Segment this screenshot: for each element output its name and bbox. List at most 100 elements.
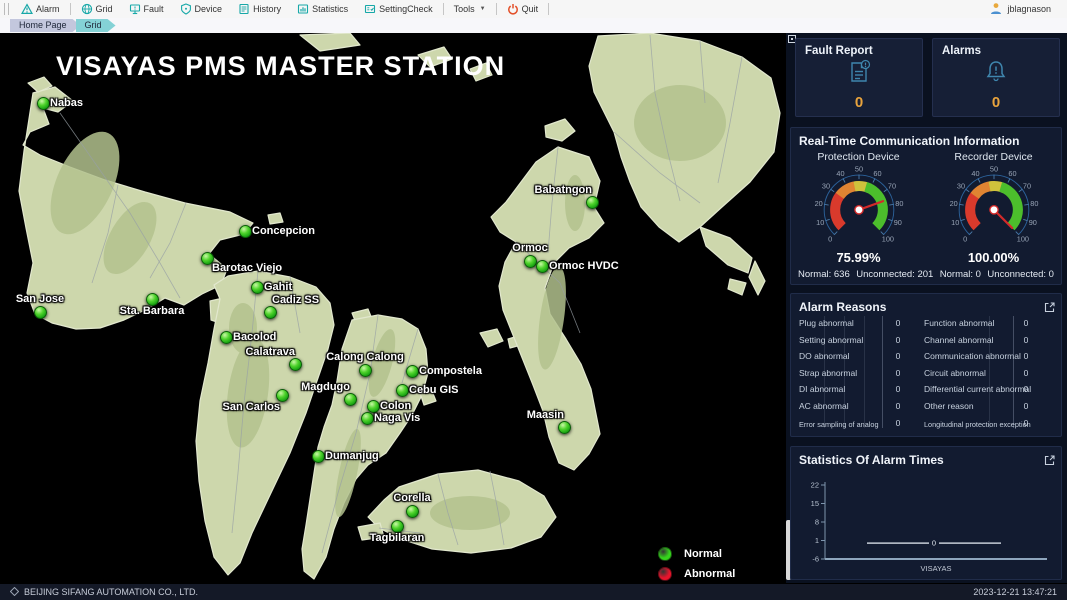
protection-device-label: Protection Device [791,151,926,163]
svg-text:90: 90 [1028,218,1036,227]
svg-text:70: 70 [887,181,895,190]
alarm-reason-label: Function abnormal [924,318,994,328]
svg-text:40: 40 [836,169,844,178]
alarm-reasons-list: Plug abnormal0Function abnormal0Setting … [791,314,1061,432]
svg-text:40: 40 [971,169,979,178]
station-marker-magdugo[interactable] [344,393,357,406]
svg-text:10: 10 [816,218,824,227]
station-marker-cebu-gis[interactable] [396,384,409,397]
station-marker-calatrava[interactable] [289,358,302,371]
svg-text:10: 10 [951,218,959,227]
station-marker-gahit[interactable] [251,281,264,294]
expand-icon[interactable] [1044,300,1055,311]
station-label: Barotac Viejo [212,262,282,274]
tab-grid[interactable]: Grid [76,19,116,32]
gauge-labels: Protection Device Recorder Device [791,151,1061,163]
alarms-card[interactable]: Alarms 0 [932,38,1060,117]
toolbar-label: SettingCheck [379,4,433,14]
station-marker-corella[interactable] [406,505,419,518]
alarm-reason-label: Longitudinal protection exception [924,420,1031,429]
station-marker-dumanjug[interactable] [312,450,325,463]
fault-button[interactable]: Fault [121,0,172,18]
alarm-reason-value: 0 [889,418,907,428]
alarm-reason-row: Setting abnormal0Channel abnormal0 [791,333,1061,349]
legend-item-normal: Normal [658,547,735,561]
fault-report-card[interactable]: Fault Report 0 [795,38,923,117]
settingcheck-button[interactable]: SettingCheck [356,0,441,18]
history-button[interactable]: History [230,0,289,18]
alarm-reason-value: 0 [889,384,907,394]
alarm-reasons-title: Alarm Reasons [799,300,886,314]
tools-label: Tools [454,4,475,14]
station-marker-nabas[interactable] [37,97,50,110]
tab-home-page[interactable]: Home Page [10,19,81,32]
station-marker-naga-vis[interactable] [361,412,374,425]
alarm-reason-value: 0 [1017,418,1035,428]
station-label: Ormoc HVDC [549,260,619,272]
statistics-button[interactable]: Statistics [289,0,356,18]
station-marker-calong-calong[interactable] [359,364,372,377]
expand-icon[interactable] [1044,453,1055,464]
station-label: Colon [380,400,411,412]
station-label: Cebu GIS [409,384,459,396]
station-marker-ormoc-hvdc[interactable] [536,260,549,273]
svg-text:50: 50 [989,165,997,174]
alarm-icon [21,3,33,15]
clock: 2023-12-21 13:47:21 [973,587,1057,597]
alarm-reason-label: AC abnormal [799,401,849,411]
station-label: Concepcion [252,225,315,237]
gauge-values: 75.99% 100.00% [791,250,1061,265]
protection-device-gauge: 0102030405060708090100 [791,164,926,252]
svg-text:100: 100 [1016,234,1028,243]
tab-bar: Home Page Grid [0,18,1067,33]
legend-item-abnormal: Abnormal [658,567,735,581]
alarm-reason-label: DI abnormal [799,384,845,394]
station-marker-bacolod[interactable] [220,331,233,344]
svg-text:50: 50 [854,165,862,174]
alarm-reason-value: 0 [889,351,907,361]
station-marker-san-jose[interactable] [34,306,47,319]
gauges: 0102030405060708090100010203040506070809… [791,164,1061,252]
abnormal-dot-icon [658,567,672,581]
station-marker-compostela[interactable] [406,365,419,378]
station-label: Cadiz SS [272,294,319,306]
fault-report-title: Fault Report [805,45,873,57]
alarms-count: 0 [933,94,1059,111]
svg-text:70: 70 [1022,181,1030,190]
svg-text:0: 0 [963,234,967,243]
alarm-times-chart: 221581-60VISAYAS [795,475,1059,580]
pms-master-station-window: Alarm Grid Fault DeviceHistory Statistics Set… [0,0,1067,600]
svg-text:1: 1 [815,536,819,545]
svg-text:20: 20 [949,199,957,208]
settingcheck-icon [364,3,376,15]
svg-text:0: 0 [932,539,936,548]
device-button[interactable]: Device [172,0,231,18]
fault-report-icon [846,59,872,90]
svg-text:30: 30 [821,181,829,190]
toolbar-separator [496,3,497,15]
grid-button[interactable]: Grid [73,0,121,18]
recorder-device-label: Recorder Device [926,151,1061,163]
station-marker-concepcion[interactable] [239,225,252,238]
toolbar-label: Statistics [312,4,348,14]
legend-label: Normal [684,548,722,560]
recorder-device-value: 100.00% [926,250,1061,265]
main-toolbar: Alarm Grid Fault DeviceHistory Statistics Set… [0,0,1067,19]
alarm-reason-row: Strap abnormal0Circuit abnormal0 [791,366,1061,382]
alarm-reason-label: Circuit abnormal [924,368,986,378]
alarm-reason-label: Other reason [924,401,974,411]
alarm-button[interactable]: Alarm [13,0,68,18]
user-menu[interactable]: jblagnason [989,2,1067,17]
station-marker-cadiz-ss[interactable] [264,306,277,319]
tools-menu-button[interactable]: Tools ▼ [446,0,494,18]
normal-dot-icon [658,547,672,561]
station-marker-babatngon[interactable] [586,196,599,209]
alarm-reason-row: DO abnormal0Communication abnormal0 [791,349,1061,365]
communication-panel: Real-Time Communication Information Prot… [790,127,1062,285]
station-marker-maasin[interactable] [558,421,571,434]
toolbar-label: Fault [144,4,164,14]
dashboard-panel: Fault Report 0 Alarms 0 Real-Time Commun… [786,33,1067,583]
alarm-reason-value: 0 [1017,368,1035,378]
toolbar-drag-handle[interactable] [4,3,9,15]
quit-button[interactable]: Quit [499,0,547,18]
